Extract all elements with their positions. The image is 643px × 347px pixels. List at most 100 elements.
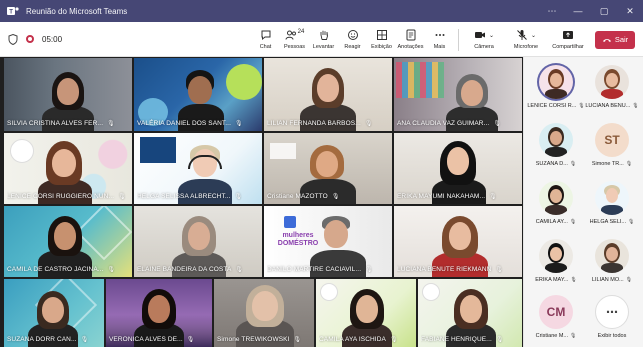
panel-participant[interactable]: HELGA SELI... 🎙 (584, 175, 640, 233)
view-icon (376, 30, 387, 40)
participant-name: HELGA SELISSA ALBRECHT... 🎙 (137, 193, 243, 200)
video-tile[interactable]: CAMILA AYA ISCHIDA 🎙 (316, 279, 416, 347)
participant-face (356, 295, 378, 323)
participant-face (449, 222, 471, 250)
video-tile[interactable]: ELAINE BANDEIRA DA COSTA 🎙 (134, 206, 262, 277)
video-tile[interactable]: mulheres DOMÉSTRO DANILO MARTIRE CACIAVI… (264, 206, 392, 277)
mic-muted-icon: 🎙 (495, 337, 504, 343)
share-button[interactable]: Compartilhar (547, 22, 589, 57)
avatar-initials: CM (546, 305, 566, 319)
participant-name: DANILO MARTIRE CACIAVIL... 🎙 (267, 266, 373, 273)
people-label: Pessoas (283, 44, 306, 50)
video-tile[interactable]: VERONICA ALVES DE... 🎙 (106, 279, 212, 347)
camera-label: Câmera (474, 44, 494, 50)
participants-panel: LENICE CORSI R... 🎙 LUCIANA BENU... 🎙 SUZA… (523, 57, 643, 347)
react-icon (347, 30, 358, 40)
avatar-initials: ST (604, 133, 620, 147)
mic-muted-icon: 🎙 (495, 267, 504, 273)
minimize-button[interactable]: — (565, 0, 591, 22)
notes-button[interactable]: Anotações (396, 22, 425, 57)
raise-hand-button[interactable]: Levantar (309, 22, 338, 57)
panel-participant[interactable]: LUCIANA BENU... 🎙 (584, 59, 640, 117)
mic-muted-icon: 🎙 (569, 219, 577, 225)
video-tile[interactable]: HELGA SELISSA ALBRECHT... 🎙 (134, 133, 262, 204)
camera-button[interactable]: ⌄ Câmera (463, 22, 505, 57)
video-grid: SILVIA CRISTINA ALVES FER... 🎙 VALÉRIA DA… (0, 57, 523, 347)
participant-face (54, 222, 76, 250)
mic-muted-icon: 🎙 (364, 121, 373, 127)
people-icon (285, 30, 296, 40)
participant-name: LUCIANA BENUTE RIEKMANN 🎙 (397, 266, 504, 273)
mulheres-logo-icon (422, 283, 440, 301)
panel-participant[interactable]: SUZANA D... 🎙 (528, 117, 584, 175)
mic-muted-icon: 🎙 (489, 194, 497, 200)
close-window-button[interactable]: ✕ (617, 0, 643, 22)
avatar (539, 239, 573, 273)
video-tile[interactable]: LENICE CORSI RUGGIERO NUN... 🎙 (4, 133, 132, 204)
maximize-button[interactable]: ▢ (591, 0, 617, 22)
panel-participant[interactable]: ERIKA MAY... 🎙 (528, 233, 584, 291)
participant-name: SILVIA CRISTINA ALVES FER... 🎙 (7, 120, 115, 127)
microphone-button[interactable]: ⌄ Microfone (505, 22, 547, 57)
video-tile[interactable]: Simone TREWIKOWSKI 🎙 (214, 279, 314, 347)
panel-participant[interactable]: LILIAN MO... 🎙 (584, 233, 640, 291)
mic-muted-icon: 🎙 (235, 267, 244, 273)
video-tile[interactable]: Cristiane MAZOTTO 🎙 (264, 133, 392, 204)
show-all-button[interactable]: ⋯ Exibir todos (584, 289, 640, 347)
window-more-button[interactable]: ⋯ (539, 0, 565, 22)
panel-participant[interactable]: CAMILA AY... 🎙 (528, 175, 584, 233)
video-tile[interactable]: FABIANE HENRIQUE... 🎙 (418, 279, 522, 347)
shield-icon[interactable] (8, 33, 18, 45)
hang-up-icon (602, 38, 611, 42)
panel-participant[interactable]: CM Cristiane M... 🎙 (528, 289, 584, 347)
mic-muted-icon: 🎙 (186, 337, 195, 343)
panel-participant[interactable]: ST Simone TR... 🎙 (584, 117, 640, 175)
meeting-timer: 05:00 (42, 34, 63, 44)
video-tile[interactable]: VALÉRIA DANIEL DOS SANT... 🎙 (134, 58, 262, 131)
react-button[interactable]: Reagir (338, 22, 367, 57)
panel-participant[interactable]: LENICE CORSI R... 🎙 (527, 59, 585, 117)
avatar: ST (595, 123, 629, 157)
mic-muted-icon: 🎙 (234, 194, 243, 200)
video-tile[interactable]: LUCIANA BENUTE RIEKMANN 🎙 (394, 206, 522, 277)
background-shape (140, 137, 176, 163)
participant-face (42, 297, 64, 323)
participant-face (324, 220, 348, 248)
mic-muted-icon: 🎙 (570, 333, 577, 339)
show-all-label: Exibir todos (597, 333, 627, 339)
more-icon (435, 34, 444, 36)
video-tile[interactable]: LILIAN FERNANDA BARBOS... 🎙 (264, 58, 392, 131)
people-button[interactable]: 24 Pessoas (280, 22, 309, 57)
participant-name: LENICE CORSI RUGGIERO NUN... 🎙 (7, 193, 126, 200)
raise-hand-label: Levantar (312, 44, 335, 50)
leave-button[interactable]: Sair (595, 30, 635, 49)
mic-muted-icon: 🎙 (625, 277, 633, 283)
chat-button[interactable]: Chat (251, 22, 280, 57)
people-count: 24 (297, 29, 305, 35)
view-button[interactable]: Exibição (367, 22, 396, 57)
more-icon: ⋯ (595, 295, 629, 329)
participant-face (252, 291, 278, 321)
more-button[interactable]: Mais (425, 22, 454, 57)
participant-name: FABIANE HENRIQUE... 🎙 (421, 336, 504, 343)
microphone-chevron-icon[interactable]: ⌄ (531, 32, 536, 39)
panel-participant-name: ERIKA MAY... (535, 277, 569, 283)
video-tile[interactable]: ANA CLAUDIA VAZ GUIMAR... 🎙 (394, 58, 522, 131)
wall-posters (396, 62, 444, 98)
mic-muted-icon: 🎙 (118, 194, 126, 200)
video-tile[interactable]: ERIKA MAYUMI NAKAHAM... 🎙 (394, 133, 522, 204)
video-tile[interactable]: SUZANA DORR CAN... 🎙 (4, 279, 104, 347)
camera-chevron-icon[interactable]: ⌄ (489, 32, 494, 39)
more-label: Mais (433, 44, 446, 50)
mic-muted-icon: 🎙 (625, 161, 633, 167)
participant-face (460, 295, 482, 323)
video-tile[interactable]: CAMILA DE CASTRO JACINA... 🎙 (4, 206, 132, 277)
svg-text:T: T (9, 9, 13, 15)
participant-name: Simone TREWIKOWSKI 🎙 (217, 336, 302, 343)
raise-hand-icon (320, 30, 328, 40)
panel-participant-name: SUZANA D... (535, 161, 568, 167)
panel-participant-name: Simone TR... (591, 161, 624, 167)
video-tile[interactable]: SILVIA CRISTINA ALVES FER... 🎙 (4, 58, 132, 131)
mulheres-logo-icon (284, 216, 296, 228)
participant-face (188, 222, 210, 250)
